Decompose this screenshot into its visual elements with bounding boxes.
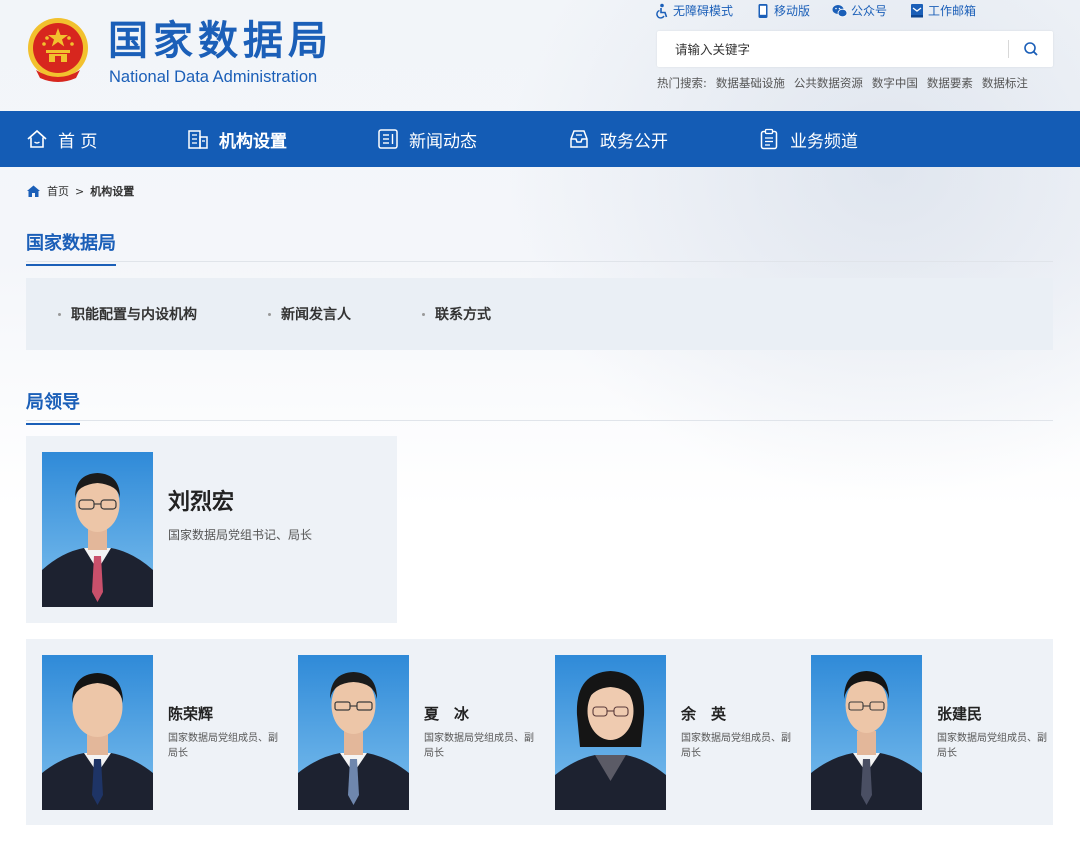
nav-item-label: 首 页	[58, 131, 98, 152]
site-logo-subtitle[interactable]: National Data Administration	[109, 66, 317, 88]
breadcrumb-current[interactable]: 机构设置	[90, 183, 134, 199]
leader-photo	[555, 655, 666, 810]
main-nav: 首 页 机构设置 新闻动态 政务公开 业务频道	[0, 111, 1080, 167]
hot-search: 热门搜索: 数据基础设施 公共数据资源 数字中国 数据要素 数据标注	[657, 75, 1028, 91]
search-icon	[1024, 42, 1038, 56]
wechat-icon	[832, 4, 848, 17]
news-icon	[378, 129, 398, 149]
leader-title: 国家数据局党组成员、副局长	[168, 733, 278, 759]
wechat-account-label: 公众号	[850, 4, 887, 18]
leader-name[interactable]: 夏 冰	[424, 703, 469, 724]
clipboard-icon	[760, 128, 778, 150]
section-divider	[26, 261, 1053, 262]
sub-link-label: 新闻发言人	[281, 307, 351, 323]
leader-photo	[298, 655, 409, 810]
hot-keyword[interactable]: 数字中国	[872, 75, 918, 91]
building-icon	[188, 130, 208, 149]
search-box	[657, 31, 1053, 67]
leader-name[interactable]: 张建民	[937, 703, 982, 724]
leader-card[interactable]: 陈荣辉 国家数据局党组成员、副局长	[42, 655, 292, 810]
accessibility-link[interactable]: 无障碍模式	[654, 2, 733, 19]
hot-keyword[interactable]: 数据基础设施	[716, 75, 785, 91]
wechat-account-link[interactable]: 公众号	[832, 2, 887, 19]
org-sub-links: 职能配置与内设机构 新闻发言人 联系方式	[26, 278, 1053, 350]
nav-item-label: 政务公开	[600, 131, 668, 152]
deputy-leaders-row: 陈荣辉 国家数据局党组成员、副局长 夏 冰 国家数据局党组成员、副局长 余 英 …	[26, 639, 1053, 825]
nav-item-business[interactable]: 业务频道	[758, 111, 858, 167]
hot-keyword[interactable]: 数据要素	[927, 75, 973, 91]
leader-photo	[811, 655, 922, 810]
leader-name[interactable]: 陈荣辉	[168, 703, 213, 724]
leader-photo	[42, 655, 153, 810]
sub-link-label: 联系方式	[435, 307, 491, 323]
site-header: 国家数据局 National Data Administration 无障碍模式…	[0, 0, 1080, 111]
sub-link-label: 职能配置与内设机构	[71, 307, 197, 323]
accessibility-label: 无障碍模式	[672, 4, 733, 18]
sub-link-contact[interactable]: 联系方式	[422, 304, 491, 324]
leader-title: 国家数据局党组成员、副局长	[424, 733, 534, 759]
site-logo-title[interactable]: 国家数据局	[108, 16, 333, 66]
nav-item-government-affairs[interactable]: 政务公开	[568, 111, 668, 167]
leader-card[interactable]: 余 英 国家数据局党组成员、副局长	[555, 655, 805, 810]
leader-name[interactable]: 刘烈宏	[168, 484, 234, 516]
nav-item-label: 新闻动态	[409, 131, 477, 152]
nav-item-label: 机构设置	[219, 131, 287, 152]
mobile-version-label: 移动版	[773, 4, 810, 18]
search-input[interactable]	[657, 31, 1008, 67]
work-email-label: 工作邮箱	[927, 4, 976, 18]
wheelchair-icon	[656, 3, 668, 19]
national-emblem-icon	[28, 18, 88, 82]
leader-title: 国家数据局党组书记、局长	[168, 528, 313, 542]
breadcrumb-separator: >	[75, 184, 85, 198]
hot-keyword[interactable]: 数据标注	[982, 75, 1028, 91]
inbox-icon	[570, 130, 588, 148]
home-icon	[27, 129, 47, 148]
bullet-icon	[422, 312, 425, 316]
sub-link-spokesperson[interactable]: 新闻发言人	[268, 304, 351, 324]
leader-card[interactable]: 夏 冰 国家数据局党组成员、副局长	[298, 655, 548, 810]
hot-keyword[interactable]: 公共数据资源	[794, 75, 863, 91]
sub-link-functions[interactable]: 职能配置与内设机构	[58, 304, 197, 324]
leader-card[interactable]: 张建民 国家数据局党组成员、副局长	[811, 655, 1061, 810]
top-links: 无障碍模式 移动版 公众号 工作邮箱	[654, 2, 976, 19]
leader-title: 国家数据局党组成员、副局长	[937, 733, 1047, 759]
nav-item-home[interactable]: 首 页	[26, 111, 97, 167]
section-divider	[26, 420, 1053, 421]
leader-photo	[42, 452, 153, 607]
nav-item-news[interactable]: 新闻动态	[377, 111, 477, 167]
home-icon[interactable]	[26, 184, 41, 198]
leader-name[interactable]: 余 英	[681, 703, 726, 724]
mobile-icon	[758, 3, 768, 18]
bullet-icon	[268, 312, 271, 316]
breadcrumb-home[interactable]: 首页	[47, 183, 69, 199]
mobile-version-link[interactable]: 移动版	[755, 2, 810, 19]
leader-title: 国家数据局党组成员、副局长	[681, 733, 791, 759]
leader-card-chief[interactable]: 刘烈宏 国家数据局党组书记、局长	[26, 436, 397, 623]
bullet-icon	[58, 312, 61, 316]
hot-search-label: 热门搜索:	[657, 76, 707, 90]
nav-item-organization[interactable]: 机构设置	[187, 111, 287, 167]
nav-item-label: 业务频道	[790, 131, 858, 152]
mail-icon	[910, 3, 923, 17]
work-email-link[interactable]: 工作邮箱	[909, 2, 976, 19]
search-button[interactable]	[1009, 31, 1053, 67]
breadcrumb: 首页 > 机构设置	[26, 183, 134, 199]
